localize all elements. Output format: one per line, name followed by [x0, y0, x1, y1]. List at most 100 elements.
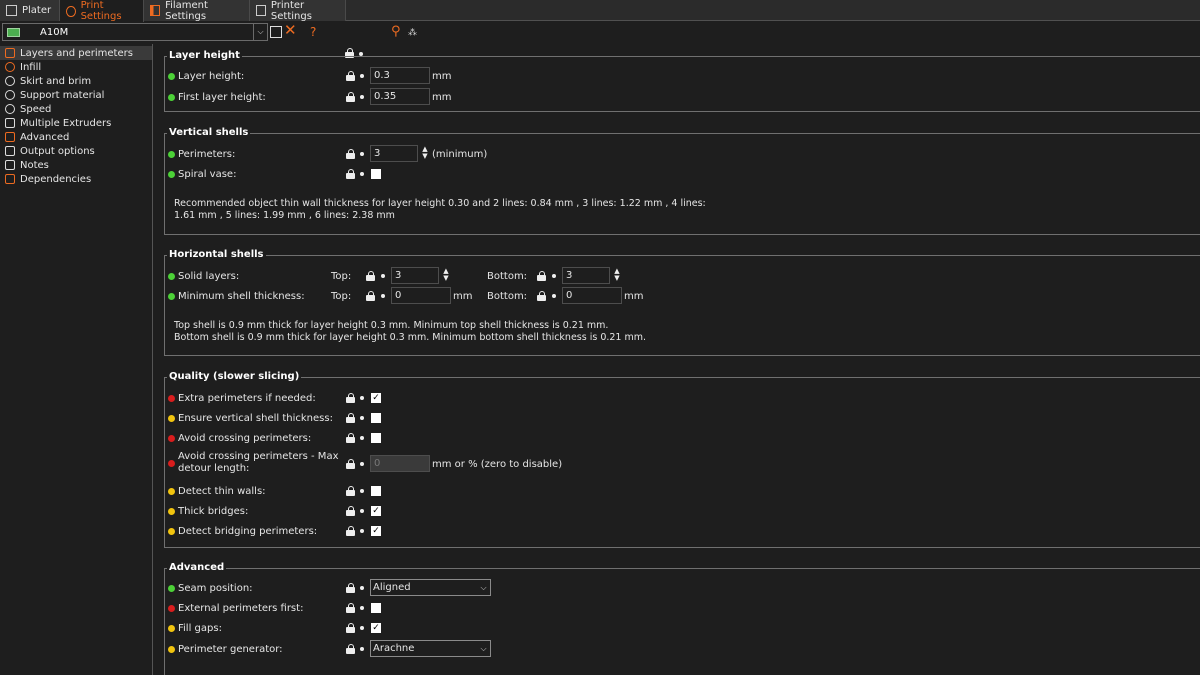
- sidebar-item-speed[interactable]: Speed: [0, 102, 152, 116]
- lock-icon[interactable]: [346, 433, 356, 443]
- sidebar-item-support-material[interactable]: Support material: [0, 88, 152, 102]
- bullet-icon[interactable]: [360, 416, 364, 420]
- bullet-icon[interactable]: [381, 294, 385, 298]
- delete-icon[interactable]: ✕: [284, 22, 297, 38]
- lock-icon[interactable]: [346, 413, 356, 423]
- solid-bottom-spinner[interactable]: ▲ ▼: [612, 268, 622, 283]
- detect-thin-walls-checkbox[interactable]: [371, 486, 381, 496]
- lock-icon[interactable]: [346, 393, 356, 403]
- compare-icon[interactable]: ⁂: [408, 25, 417, 41]
- lock-icon[interactable]: [537, 271, 547, 281]
- bullet-icon[interactable]: [552, 294, 556, 298]
- sidebar-item-infill[interactable]: Infill: [0, 60, 152, 74]
- bullet-icon[interactable]: [360, 152, 364, 156]
- sidebar-item-advanced[interactable]: Advanced: [0, 130, 152, 144]
- perimeter-generator-select[interactable]: Arachne ⌵: [370, 640, 491, 657]
- lock-icon[interactable]: [346, 149, 356, 159]
- tab-plater[interactable]: Plater: [0, 0, 60, 21]
- extra-perimeters-checkbox[interactable]: ✓: [371, 393, 381, 403]
- status-dot: [168, 507, 175, 515]
- bullet-icon[interactable]: [552, 274, 556, 278]
- sidebar-item-notes[interactable]: Notes: [0, 158, 152, 172]
- dependencies-icon: [5, 174, 15, 184]
- tab-bar: Plater Print Settings Filament Settings …: [0, 0, 1200, 22]
- lock-icon[interactable]: [366, 271, 376, 281]
- tab-printer-settings[interactable]: Printer Settings: [250, 0, 346, 22]
- seam-position-select[interactable]: Aligned ⌵: [370, 579, 491, 596]
- lock-icon[interactable]: [366, 291, 376, 301]
- perimeters-input[interactable]: 3: [370, 145, 418, 162]
- status-dot: [168, 584, 175, 592]
- row-perimeter-generator: Perimeter generator:: [168, 640, 283, 658]
- lock-icon[interactable]: [346, 644, 356, 654]
- filament-icon: [150, 5, 161, 16]
- sidebar-item-skirt-and-brim[interactable]: Skirt and brim: [0, 74, 152, 88]
- notes-icon: [5, 160, 15, 170]
- bullet-icon[interactable]: [381, 274, 385, 278]
- lock-icon[interactable]: [346, 506, 356, 516]
- avoid-crossing-checkbox[interactable]: [371, 433, 381, 443]
- sidebar-item-output-options[interactable]: Output options: [0, 144, 152, 158]
- status-dot: [168, 645, 175, 653]
- min-shell-bottom-input[interactable]: 0: [562, 287, 622, 304]
- lock-icon[interactable]: [346, 169, 356, 179]
- fill-gaps-checkbox[interactable]: ✓: [371, 623, 381, 633]
- solid-layers-bottom-input[interactable]: 3: [562, 267, 610, 284]
- bullet-icon[interactable]: [360, 626, 364, 630]
- sidebar-item-layers-and-perimeters[interactable]: Layers and perimeters: [0, 46, 152, 60]
- lock-icon[interactable]: [346, 623, 356, 633]
- bullet-icon[interactable]: [360, 489, 364, 493]
- bullet-icon[interactable]: [360, 462, 364, 466]
- status-dot: [168, 434, 175, 442]
- row-detect-bridging: Detect bridging perimeters:: [168, 522, 317, 540]
- row-detect-thin-walls: Detect thin walls:: [168, 482, 266, 500]
- lock-icon[interactable]: [346, 526, 356, 536]
- lock-icon[interactable]: [346, 92, 356, 102]
- bullet-icon[interactable]: [360, 396, 364, 400]
- row-fill-gaps: Fill gaps:: [168, 619, 222, 637]
- save-icon[interactable]: [270, 26, 282, 38]
- max-detour-input[interactable]: 0: [370, 455, 430, 472]
- tab-filament-settings[interactable]: Filament Settings: [144, 0, 250, 22]
- solid-top-spinner[interactable]: ▲ ▼: [441, 268, 451, 283]
- perimeters-spinner[interactable]: ▲ ▼: [420, 146, 430, 161]
- bullet-icon[interactable]: [360, 172, 364, 176]
- bullet-icon[interactable]: [360, 606, 364, 610]
- lock-icon[interactable]: [346, 459, 356, 469]
- first-layer-height-input[interactable]: 0.35: [370, 88, 430, 105]
- lock-icon[interactable]: [346, 583, 356, 593]
- sidebar-item-dependencies[interactable]: Dependencies: [0, 172, 152, 186]
- preset-flag-icon: [7, 27, 20, 37]
- row-external-first: External perimeters first:: [168, 599, 303, 617]
- chevron-down-icon[interactable]: ⌵: [253, 24, 267, 40]
- chevron-down-icon[interactable]: ⌵: [477, 641, 490, 656]
- preset-select[interactable]: A10M ⌵: [2, 23, 268, 41]
- bullet-icon[interactable]: [360, 647, 364, 651]
- solid-layers-top-input[interactable]: 3: [391, 267, 439, 284]
- search-icon[interactable]: ⚲: [391, 24, 401, 40]
- bullet-icon[interactable]: [360, 586, 364, 590]
- status-dot: [168, 170, 175, 178]
- sidebar-item-multiple-extruders[interactable]: Multiple Extruders: [0, 116, 152, 130]
- bullet-icon[interactable]: [360, 436, 364, 440]
- thick-bridges-checkbox[interactable]: ✓: [371, 506, 381, 516]
- bullet-icon[interactable]: [360, 74, 364, 78]
- chevron-down-icon[interactable]: ⌵: [477, 580, 490, 595]
- ensure-vertical-checkbox[interactable]: [371, 413, 381, 423]
- external-first-checkbox[interactable]: [371, 603, 381, 613]
- bullet-icon[interactable]: [360, 95, 364, 99]
- lock-icon[interactable]: [346, 71, 356, 81]
- output-icon: [5, 146, 15, 156]
- spiral-vase-checkbox[interactable]: [371, 169, 381, 179]
- lock-icon[interactable]: [346, 486, 356, 496]
- status-dot: [168, 624, 175, 632]
- detect-bridging-checkbox[interactable]: ✓: [371, 526, 381, 536]
- lock-icon[interactable]: [346, 603, 356, 613]
- min-shell-top-input[interactable]: 0: [391, 287, 451, 304]
- help-icon[interactable]: ?: [310, 24, 316, 40]
- layer-height-input[interactable]: 0.3: [370, 67, 430, 84]
- tab-print-settings[interactable]: Print Settings: [60, 0, 144, 22]
- bullet-icon[interactable]: [360, 529, 364, 533]
- lock-icon[interactable]: [537, 291, 547, 301]
- bullet-icon[interactable]: [360, 509, 364, 513]
